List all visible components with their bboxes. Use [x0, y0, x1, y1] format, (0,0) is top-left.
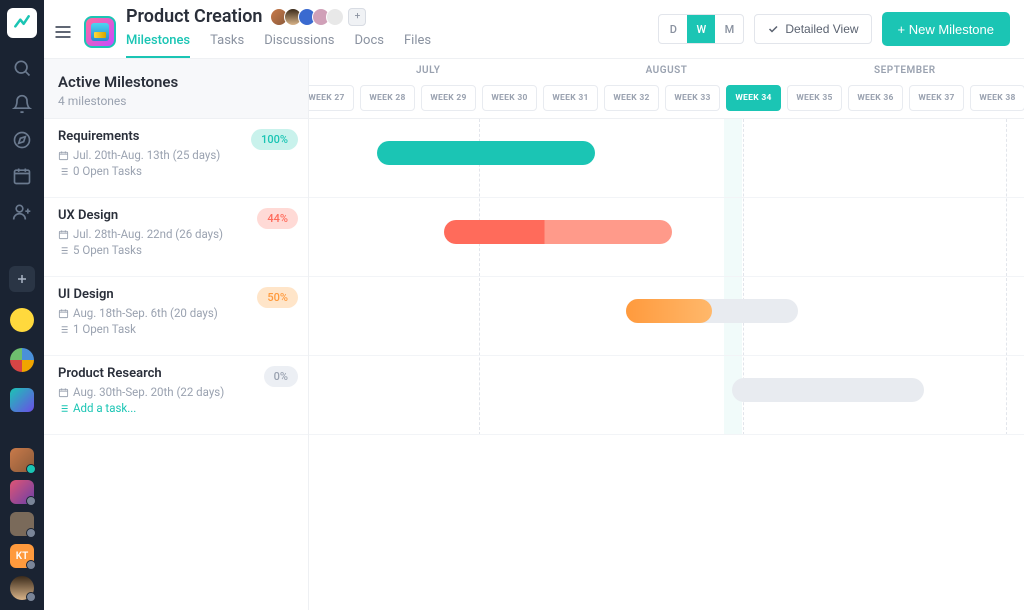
- avatar[interactable]: [326, 8, 344, 26]
- gantt-bar[interactable]: [444, 220, 672, 244]
- sidebar: KT: [0, 0, 44, 610]
- progress-badge: 44%: [257, 208, 298, 229]
- panel-subtitle: 4 milestones: [58, 94, 294, 108]
- panel-title: Active Milestones: [58, 73, 294, 91]
- tab-tasks[interactable]: Tasks: [210, 29, 244, 58]
- milestone-dates: Aug. 18th-Sep. 6th (20 days): [58, 306, 294, 320]
- workspace-teal-icon[interactable]: [10, 388, 34, 412]
- week-pill[interactable]: WEEK 38: [970, 85, 1024, 111]
- user-avatar[interactable]: [10, 576, 34, 600]
- workspace-pie-icon[interactable]: [10, 348, 34, 372]
- progress-badge: 0%: [264, 366, 298, 387]
- week-pill[interactable]: WEEK 35: [787, 85, 842, 111]
- milestone-item[interactable]: RequirementsJul. 20th-Aug. 13th (25 days…: [44, 119, 308, 198]
- project-icon[interactable]: [84, 16, 116, 48]
- month-label: SEPTEMBER: [786, 59, 1024, 83]
- week-pill[interactable]: WEEK 31: [543, 85, 598, 111]
- week-pill[interactable]: WEEK 29: [421, 85, 476, 111]
- search-icon[interactable]: [12, 58, 32, 78]
- add-member-button[interactable]: +: [348, 8, 366, 26]
- week-pill[interactable]: WEEK 30: [482, 85, 537, 111]
- gantt-bar[interactable]: [377, 141, 595, 165]
- timeline-row: [309, 356, 1024, 435]
- user-avatar[interactable]: KT: [10, 544, 34, 568]
- timeline-row: [309, 277, 1024, 356]
- new-milestone-button[interactable]: + New Milestone: [882, 12, 1010, 46]
- timeline: JULYAUGUSTSEPTEMBER WEEK 27WEEK 28WEEK 2…: [309, 59, 1024, 610]
- compass-icon[interactable]: [12, 130, 32, 150]
- view-week[interactable]: W: [687, 15, 715, 43]
- week-pill[interactable]: WEEK 37: [909, 85, 964, 111]
- milestone-title: Product Research: [58, 366, 294, 381]
- progress-badge: 50%: [257, 287, 298, 308]
- bell-icon[interactable]: [12, 94, 32, 114]
- detailed-view-label: Detailed View: [785, 22, 858, 36]
- week-pill[interactable]: WEEK 32: [604, 85, 659, 111]
- milestone-item[interactable]: UX DesignJul. 28th-Aug. 22nd (26 days)5 …: [44, 198, 308, 277]
- milestone-tasks: 1 Open Task: [58, 322, 294, 336]
- week-pill[interactable]: WEEK 33: [665, 85, 720, 111]
- check-icon: [767, 23, 779, 35]
- calendar-icon[interactable]: [12, 166, 32, 186]
- header: Product Creation + Milestones Tasks Disc…: [44, 0, 1024, 59]
- gantt-bar[interactable]: [732, 378, 924, 402]
- user-avatar[interactable]: [10, 448, 34, 472]
- member-avatars: +: [270, 8, 366, 26]
- milestone-dates: Jul. 28th-Aug. 22nd (26 days): [58, 227, 294, 241]
- tab-files[interactable]: Files: [404, 29, 431, 58]
- milestone-tasks: 5 Open Tasks: [58, 243, 294, 257]
- milestone-dates: Aug. 30th-Sep. 20th (22 days): [58, 385, 294, 399]
- progress-badge: 100%: [251, 129, 298, 150]
- add-task-link[interactable]: Add a task...: [58, 401, 294, 415]
- user-avatar[interactable]: [10, 512, 34, 536]
- milestone-panel: Active Milestones 4 milestones Requireme…: [44, 59, 309, 610]
- milestone-item[interactable]: UI DesignAug. 18th-Sep. 6th (20 days)1 O…: [44, 277, 308, 356]
- view-month[interactable]: M: [715, 15, 743, 43]
- month-label: JULY: [309, 59, 547, 83]
- add-button[interactable]: [9, 266, 35, 292]
- week-pill[interactable]: WEEK 34: [726, 85, 781, 111]
- milestone-item[interactable]: Product Research Aug. 30th-Sep. 20th (22 …: [44, 356, 308, 435]
- tab-discussions[interactable]: Discussions: [264, 29, 334, 58]
- invite-icon[interactable]: [12, 202, 32, 222]
- milestone-dates: Jul. 20th-Aug. 13th (25 days): [58, 148, 294, 162]
- week-pill[interactable]: WEEK 36: [848, 85, 903, 111]
- tab-docs[interactable]: Docs: [355, 29, 384, 58]
- month-label: AUGUST: [547, 59, 785, 83]
- view-day[interactable]: D: [659, 15, 687, 43]
- timeline-row: [309, 119, 1024, 198]
- detailed-view-button[interactable]: Detailed View: [754, 14, 871, 44]
- gantt-bar[interactable]: [626, 299, 798, 323]
- week-pill[interactable]: WEEK 27: [309, 85, 354, 111]
- view-toggle: D W M: [658, 14, 744, 44]
- tab-milestones[interactable]: Milestones: [126, 29, 190, 58]
- user-avatar[interactable]: [10, 480, 34, 504]
- page-title: Product Creation: [126, 6, 262, 27]
- milestone-tasks: 0 Open Tasks: [58, 164, 294, 178]
- menu-icon[interactable]: [52, 21, 74, 43]
- app-logo[interactable]: [7, 8, 37, 38]
- week-pill[interactable]: WEEK 28: [360, 85, 415, 111]
- workspace-yellow-icon[interactable]: [10, 308, 34, 332]
- timeline-row: [309, 198, 1024, 277]
